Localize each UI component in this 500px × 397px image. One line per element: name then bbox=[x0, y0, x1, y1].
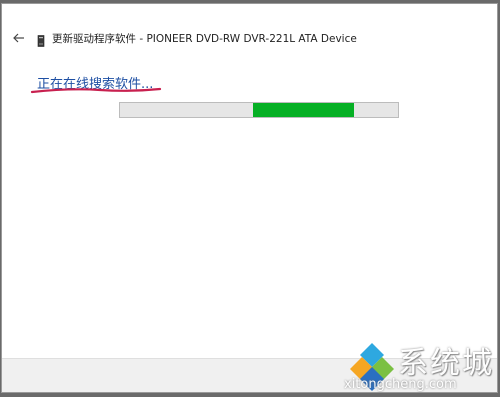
screenshot-frame: 更新驱动程序软件 - PIONEER DVD-RW DVR-221L ATA D… bbox=[0, 0, 500, 397]
back-button[interactable] bbox=[11, 30, 27, 46]
watermark-brand-text: 系统城 bbox=[398, 346, 494, 381]
window-title: 更新驱动程序软件 - PIONEER DVD-RW DVR-221L ATA D… bbox=[52, 33, 357, 45]
dvd-drive-icon bbox=[37, 32, 45, 47]
progress-bar-fill bbox=[253, 103, 354, 117]
annotation-underline bbox=[30, 87, 162, 94]
title-bar: 更新驱动程序软件 - PIONEER DVD-RW DVR-221L ATA D… bbox=[2, 4, 497, 68]
progress-bar bbox=[119, 102, 399, 118]
watermark: 系统城 xitongcheng.com bbox=[340, 337, 500, 397]
watermark-url-text: xitongcheng.com bbox=[344, 377, 457, 392]
back-arrow-icon bbox=[13, 33, 24, 43]
update-driver-window: 更新驱动程序软件 - PIONEER DVD-RW DVR-221L ATA D… bbox=[1, 3, 498, 393]
